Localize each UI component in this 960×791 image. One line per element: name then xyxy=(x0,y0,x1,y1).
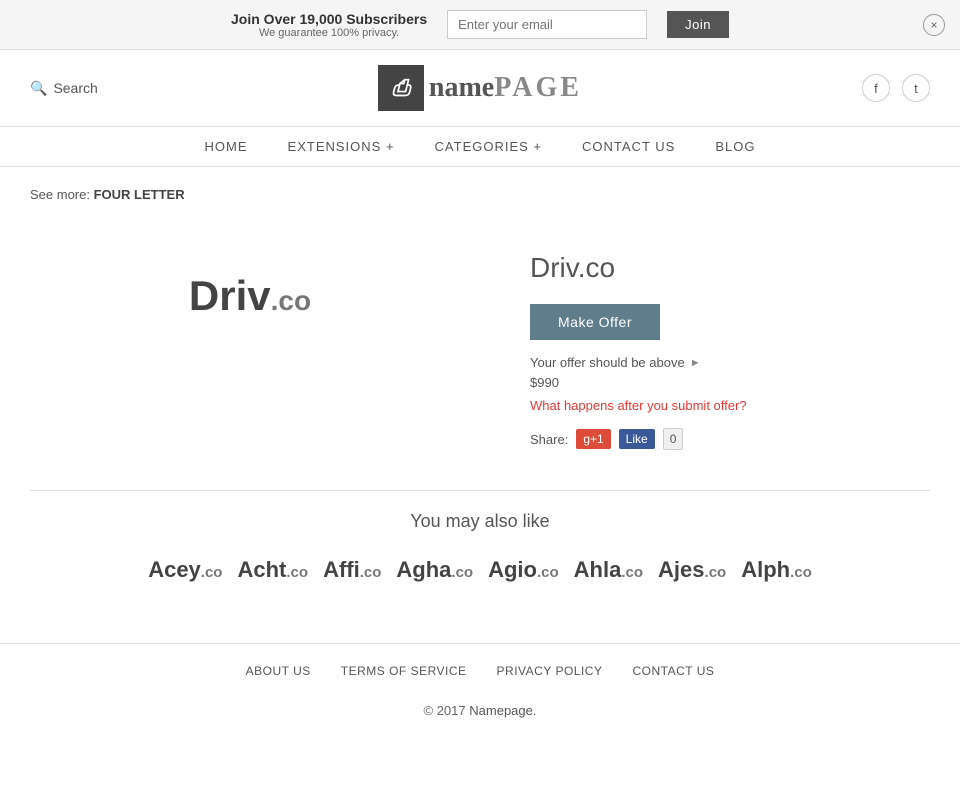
domain-info: Driv.co Make Offer Your offer should be … xyxy=(530,232,930,450)
domain-card-text: Acht.co xyxy=(237,557,308,582)
nav-home[interactable]: HOME xyxy=(205,139,248,154)
logo-page: PAGE xyxy=(494,72,582,103)
domain-card[interactable]: Agio.co xyxy=(488,557,559,583)
domain-card-text: Affi.co xyxy=(323,557,381,582)
logo-text: namePAGE xyxy=(429,74,582,102)
nav-categories[interactable]: CATEGORIES + xyxy=(435,139,542,154)
domain-card-tld: .co xyxy=(201,564,223,581)
footer-link[interactable]: TERMS OF SERVICE xyxy=(341,664,467,678)
domain-card[interactable]: Alph.co xyxy=(741,557,812,583)
domain-card[interactable]: Ahla.co xyxy=(574,557,643,583)
main-content: See more: FOUR LETTER Driv.co Driv.co Ma… xyxy=(0,167,960,643)
footer-copyright: © 2017 Namepage. xyxy=(0,688,960,738)
share-label: Share: xyxy=(530,432,568,447)
banner-text: Join Over 19,000 Subscribers We guarante… xyxy=(231,11,427,39)
domain-card-text: Ahla.co xyxy=(574,557,643,582)
breadcrumb-link[interactable]: FOUR LETTER xyxy=(94,187,185,202)
domain-logo-name: Driv xyxy=(189,272,271,319)
logo-box: ⎙ namePAGE xyxy=(378,65,582,111)
close-banner-button[interactable]: × xyxy=(923,14,945,36)
search-label: Search xyxy=(53,80,97,96)
domain-card-text: Alph.co xyxy=(741,557,812,582)
top-banner: Join Over 19,000 Subscribers We guarante… xyxy=(0,0,960,50)
navigation: HOME EXTENSIONS + CATEGORIES + CONTACT U… xyxy=(0,127,960,167)
domain-title: Driv.co xyxy=(530,252,930,284)
logo-name: name xyxy=(429,72,494,103)
share-area: Share: g+1 Like 0 xyxy=(530,428,930,450)
domain-logo-tld: .co xyxy=(271,285,311,316)
footer-link[interactable]: ABOUT US xyxy=(246,664,311,678)
offer-question[interactable]: What happens after you submit offer? xyxy=(530,398,930,413)
see-more-label: See more: xyxy=(30,187,90,202)
banner-main-text: Join Over 19,000 Subscribers xyxy=(231,11,427,27)
nav-blog[interactable]: BLOG xyxy=(715,139,755,154)
logo[interactable]: ⎙ namePAGE xyxy=(378,65,582,111)
domain-card-tld: .co xyxy=(451,564,473,581)
footer-copy-text: © 2017 xyxy=(424,703,466,718)
header: 🔍 Search ⎙ namePAGE f t xyxy=(0,50,960,127)
nav-contact[interactable]: CONTACT US xyxy=(582,139,675,154)
domain-card-tld: .co xyxy=(537,564,559,581)
make-offer-button[interactable]: Make Offer xyxy=(530,304,660,340)
offer-info: Your offer should be above ► xyxy=(530,355,930,370)
social-links: f t xyxy=(862,74,930,102)
search-trigger[interactable]: 🔍 Search xyxy=(30,80,98,97)
nav-extensions[interactable]: EXTENSIONS + xyxy=(288,139,395,154)
domain-card-tld: .co xyxy=(705,564,727,581)
facebook-link[interactable]: f xyxy=(862,74,890,102)
domain-section: Driv.co Driv.co Make Offer Your offer sh… xyxy=(30,232,930,450)
domain-card[interactable]: Acht.co xyxy=(237,557,308,583)
offer-arrow: ► xyxy=(690,357,701,369)
domain-card-text: Ajes.co xyxy=(658,557,726,582)
offer-price: $990 xyxy=(530,375,930,390)
facebook-count: 0 xyxy=(663,428,684,450)
domain-logo: Driv.co xyxy=(189,272,311,320)
domain-card[interactable]: Agha.co xyxy=(396,557,473,583)
twitter-link[interactable]: t xyxy=(902,74,930,102)
domain-card[interactable]: Acey.co xyxy=(148,557,222,583)
domain-card[interactable]: Affi.co xyxy=(323,557,381,583)
footer-link[interactable]: PRIVACY POLICY xyxy=(497,664,603,678)
breadcrumb: See more: FOUR LETTER xyxy=(30,187,930,202)
google-plus-button[interactable]: g+1 xyxy=(576,429,610,449)
search-icon: 🔍 xyxy=(30,80,47,97)
footer-links: ABOUT US TERMS OF SERVICE PRIVACY POLICY CO… xyxy=(0,643,960,688)
domain-card[interactable]: Ajes.co xyxy=(658,557,726,583)
also-like-title: You may also like xyxy=(30,511,930,532)
domain-card-tld: .co xyxy=(621,564,643,581)
offer-info-text: Your offer should be above xyxy=(530,355,685,370)
domain-card-text: Acey.co xyxy=(148,557,222,582)
domain-card-tld: .co xyxy=(790,564,812,581)
fb-like-label: Like xyxy=(626,432,648,446)
section-divider xyxy=(30,490,930,491)
logo-icon: ⎙ xyxy=(378,65,424,111)
domain-card-text: Agio.co xyxy=(488,557,559,582)
domain-card-text: Agha.co xyxy=(396,557,473,582)
join-button[interactable]: Join xyxy=(667,11,729,38)
email-input[interactable] xyxy=(447,10,647,39)
banner-sub-text: We guarantee 100% privacy. xyxy=(231,27,427,39)
domain-logo-area: Driv.co xyxy=(30,232,470,360)
domain-card-tld: .co xyxy=(286,564,308,581)
facebook-like-button[interactable]: Like xyxy=(619,429,655,449)
domain-grid: Acey.co Acht.co Affi.co Agha.co Agio.co Ahla.… xyxy=(30,557,930,583)
footer-copy-link[interactable]: Namepage. xyxy=(469,703,536,718)
also-like-section: You may also like Acey.coAcht.coAffi.coA… xyxy=(30,511,930,583)
footer-link[interactable]: CONTACT US xyxy=(632,664,714,678)
domain-card-tld: .co xyxy=(360,564,382,581)
